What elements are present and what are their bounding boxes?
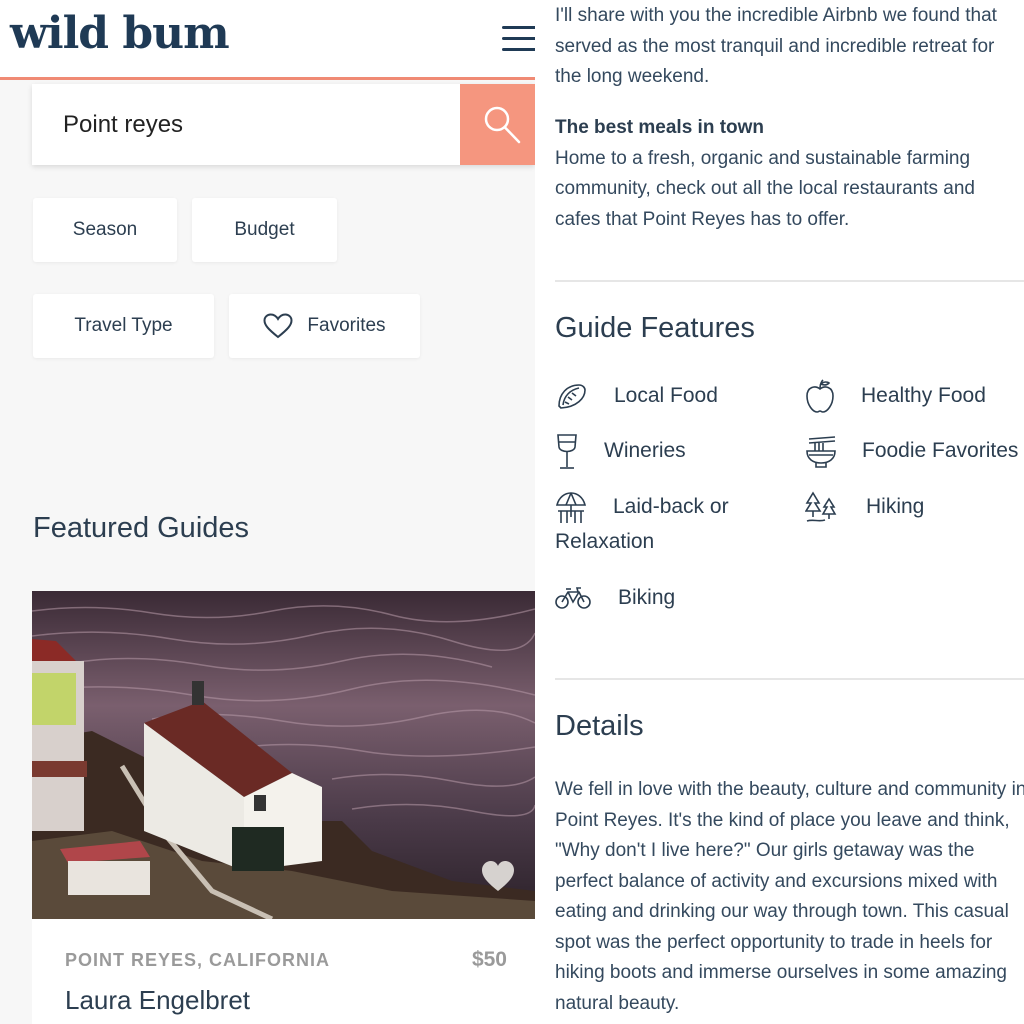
details-paragraph: We fell in love with the beauty, culture…: [555, 779, 1024, 1014]
filter-favorites-label: Favorites: [307, 315, 386, 336]
right-panel: I'll share with you the incredible Airbn…: [535, 0, 1024, 1024]
filter-season[interactable]: Season: [33, 198, 177, 262]
divider: [555, 280, 1024, 282]
apple-icon: [806, 379, 834, 413]
meals-section: The best meals in town Home to a fresh, …: [555, 113, 1024, 235]
site-logo[interactable]: wild bum: [10, 8, 230, 59]
feature-label: Local Food: [614, 384, 718, 407]
meals-heading: The best meals in town: [555, 117, 765, 138]
featured-guides-heading: Featured Guides: [33, 512, 250, 544]
feature-label: Laid-back or Relaxation: [555, 495, 729, 553]
guide-card-image[interactable]: [32, 591, 535, 919]
guide-features-heading: Guide Features: [555, 312, 755, 344]
filter-budget-label: Budget: [234, 219, 295, 240]
feature-label: Healthy Food: [861, 384, 986, 407]
search-input[interactable]: [32, 84, 460, 165]
trees-icon: [805, 491, 837, 522]
search-icon: [484, 106, 521, 144]
feature-label: Wineries: [604, 439, 686, 462]
feature-label: Biking: [618, 586, 676, 609]
divider: [555, 678, 1024, 680]
feature-label: Foodie Favorites: [862, 439, 1019, 462]
bicycle-icon: [555, 587, 591, 609]
meals-text: Home to a fresh, organic and sustainable…: [555, 147, 975, 230]
top-bar: wild bum: [0, 0, 535, 80]
taco-icon: [558, 384, 586, 409]
wine-glass-icon: [557, 434, 577, 469]
menu-icon[interactable]: [502, 26, 535, 52]
filter-season-label: Season: [72, 219, 138, 240]
noodle-bowl-icon: [806, 436, 836, 468]
card-location: POINT REYES, CALIFORNIA: [65, 950, 331, 970]
feature-label: Hiking: [866, 495, 925, 518]
filter-travel-type[interactable]: Travel Type: [33, 294, 214, 358]
card-author: Laura Engelbret: [65, 985, 251, 1015]
search-bar: [32, 84, 535, 165]
beach-umbrella-icon: [555, 492, 587, 523]
filter-budget[interactable]: Budget: [192, 198, 337, 262]
heart-icon: [263, 313, 293, 339]
filter-travel-type-label: Travel Type: [74, 315, 173, 336]
details-heading: Details: [555, 710, 644, 742]
intro-paragraph: I'll share with you the incredible Airbn…: [555, 5, 997, 87]
feature-laid-back: Laid-back or Relaxation: [555, 489, 785, 559]
card-price: $50: [471, 948, 507, 971]
left-panel: wild bum Season Budget Travel Type Favor…: [0, 0, 535, 1024]
search-button[interactable]: [460, 84, 535, 165]
filter-favorites[interactable]: Favorites: [229, 294, 420, 358]
guide-card[interactable]: POINT REYES, CALIFORNIA $50 Laura Engelb…: [32, 919, 535, 1024]
